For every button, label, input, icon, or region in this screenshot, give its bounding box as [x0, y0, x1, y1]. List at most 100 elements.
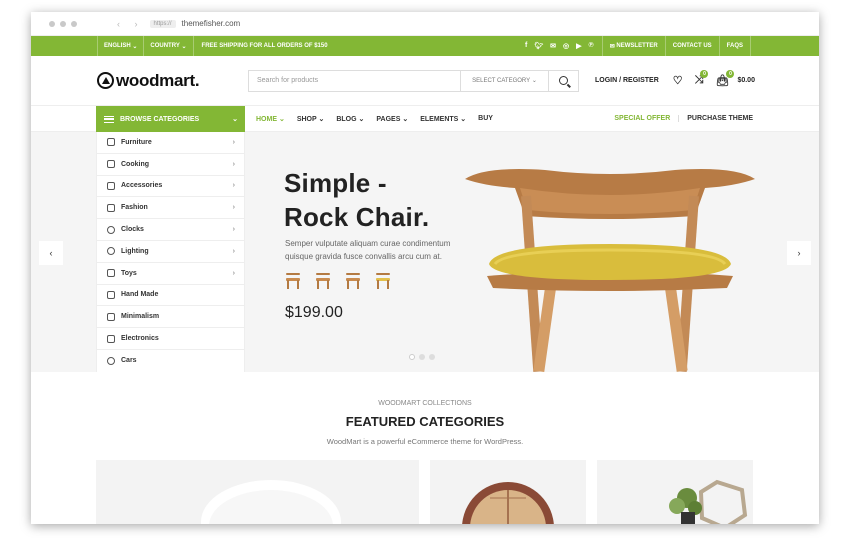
category-card[interactable]: [597, 460, 753, 524]
search-button[interactable]: [548, 70, 578, 91]
url-host: themefisher.com: [181, 19, 241, 28]
chevron-right-icon: ›: [232, 269, 235, 277]
compare-icon[interactable]: ⤨ 0: [695, 70, 709, 87]
chevron-right-icon: ›: [232, 182, 235, 190]
category-item-accessories[interactable]: Accessories ›: [97, 176, 244, 198]
category-item-furniture[interactable]: Furniture ›: [97, 132, 244, 154]
chevron-right-icon: ›: [232, 138, 235, 146]
cooking-icon: [107, 160, 115, 169]
slider-dot[interactable]: [419, 354, 425, 360]
category-card[interactable]: [430, 460, 586, 524]
shipping-notice: FREE SHIPPING FOR ALL ORDERS OF $150: [201, 43, 328, 49]
category-dropdown[interactable]: SELECT CATEGORY ⌄: [460, 70, 548, 91]
section-subtitle: WoodMart is a powerful eCommerce theme f…: [326, 437, 524, 446]
slider-next-button[interactable]: ›: [787, 241, 811, 265]
newsletter-link[interactable]: ✉︎ NEWSLETTER: [601, 36, 665, 56]
browse-categories-label: BROWSE CATEGORIES: [120, 115, 200, 123]
nav-shop[interactable]: SHOP ⌄: [297, 115, 325, 123]
login-register-link[interactable]: LOGIN / REGISTER: [595, 77, 659, 84]
site-logo[interactable]: woodmart.: [97, 71, 248, 91]
country-select[interactable]: COUNTRY ⌄: [144, 36, 194, 56]
electronics-icon: [107, 334, 115, 343]
browser-nav-arrows[interactable]: ‹ ›: [117, 19, 144, 29]
chevron-right-icon: ›: [232, 247, 235, 255]
country-label: COUNTRY: [150, 43, 180, 49]
slider-dot[interactable]: [409, 354, 415, 360]
clock-icon: [107, 225, 115, 234]
accessories-icon: [107, 181, 115, 190]
chair-variant-thumb[interactable]: [284, 272, 302, 290]
mail-icon[interactable]: ✉︎: [550, 42, 556, 50]
contact-link[interactable]: CONTACT US: [664, 36, 719, 56]
category-item-cooking[interactable]: Cooking ›: [97, 154, 244, 176]
top-bar: ENGLISH ⌄ COUNTRY ⌄ FREE SHIPPING FOR AL…: [31, 36, 819, 56]
section-title: FEATURED CATEGORIES: [345, 414, 505, 429]
category-item-clocks[interactable]: Clocks ›: [97, 219, 244, 241]
search-input[interactable]: Search for products: [249, 77, 460, 84]
language-select[interactable]: ENGLISH ⌄: [97, 36, 145, 56]
browser-window: ‹ › https:// themefisher.com ENGLISH ⌄ C…: [31, 12, 819, 524]
site-header: woodmart. Search for products SELECT CAT…: [31, 56, 819, 106]
category-item-lighting[interactable]: Lighting ›: [97, 241, 244, 263]
toys-icon: [107, 269, 115, 278]
category-item-electronics[interactable]: Electronics: [97, 328, 244, 350]
nav-pages[interactable]: PAGES ⌄: [376, 115, 408, 123]
instagram-icon[interactable]: ◎: [563, 42, 569, 50]
category-card[interactable]: [96, 460, 419, 524]
cart-total[interactable]: $0.00: [737, 77, 755, 84]
chair-variant-thumb[interactable]: [374, 272, 392, 290]
hero-title-line2: Rock Chair.: [284, 202, 430, 232]
hero-description: Semper vulputate aliquam curae condiment…: [285, 239, 451, 261]
special-offer-link[interactable]: SPECIAL OFFER: [614, 115, 680, 122]
category-item-toys[interactable]: Toys ›: [97, 263, 244, 285]
chevron-right-icon: ›: [232, 160, 235, 168]
hand-made-icon: [107, 290, 115, 299]
address-bar[interactable]: https:// themefisher.com: [149, 19, 241, 28]
slider-prev-button[interactable]: ‹: [39, 241, 63, 265]
window-close-dot[interactable]: [49, 20, 55, 27]
nav-home[interactable]: HOME ⌄: [256, 115, 285, 123]
url-protocol: https://: [149, 19, 176, 28]
window-minimize-dot[interactable]: [60, 20, 66, 27]
plant-decor-image: [669, 479, 748, 524]
twitter-icon[interactable]: 🐦︎: [534, 42, 543, 50]
nav-blog[interactable]: BLOG ⌄: [336, 115, 364, 123]
category-list: Furniture › Cooking › Accessories › Fashion…: [96, 132, 245, 373]
wishlist-icon[interactable]: ♡: [673, 74, 683, 87]
browse-categories-button[interactable]: BROWSE CATEGORIES ⌄: [96, 106, 245, 132]
car-icon: [107, 356, 115, 365]
slider-dot[interactable]: [429, 354, 435, 360]
window-controls: [49, 20, 77, 27]
pinterest-icon[interactable]: ℗: [589, 42, 594, 50]
youtube-icon[interactable]: ▶︎: [576, 42, 581, 50]
nav-buy[interactable]: BUY: [478, 115, 493, 123]
purchase-theme-link[interactable]: PURCHASE THEME: [687, 115, 753, 122]
window-maximize-dot[interactable]: [71, 20, 77, 27]
chair-variant-thumb[interactable]: [344, 272, 362, 290]
chevron-right-icon: ›: [232, 204, 235, 212]
primary-menu: HOME ⌄ SHOP ⌄ BLOG ⌄ PAGES ⌄ ELEMENTS ⌄ …: [256, 115, 493, 123]
cart-count-badge: 0: [726, 70, 735, 78]
menu-icon: [104, 115, 114, 123]
nav-elements[interactable]: ELEMENTS ⌄: [420, 115, 466, 123]
category-item-minimalism[interactable]: Minimalism: [97, 306, 244, 329]
lamp-image: [201, 480, 341, 524]
chevron-right-icon: ›: [232, 226, 235, 234]
chair-image: [465, 169, 755, 372]
bulb-icon: [107, 247, 115, 256]
hero-price: $199.00: [285, 304, 343, 321]
category-item-cars[interactable]: Cars: [97, 350, 244, 372]
facebook-icon[interactable]: f: [525, 42, 527, 50]
slider-pagination: [409, 354, 435, 360]
main-navigation: BROWSE CATEGORIES ⌄ HOME ⌄ SHOP ⌄ BLOG ⌄…: [31, 106, 819, 132]
featured-categories-section: WOODMART COLLECTIONS FEATURED CATEGORIES…: [31, 372, 819, 524]
product-variant-thumbnails: [284, 272, 392, 290]
cart-icon[interactable]: 👜︎ 0: [715, 70, 735, 87]
category-item-fashion[interactable]: Fashion ›: [97, 197, 244, 220]
hero-title: Simple - Rock Chair.: [284, 166, 429, 234]
category-item-hand-made[interactable]: Hand Made: [97, 285, 244, 307]
chair-variant-thumb[interactable]: [314, 272, 332, 290]
faqs-link[interactable]: FAQS: [718, 36, 751, 56]
envelope-icon: ✉︎: [609, 43, 615, 50]
newsletter-label: NEWSLETTER: [616, 43, 658, 49]
